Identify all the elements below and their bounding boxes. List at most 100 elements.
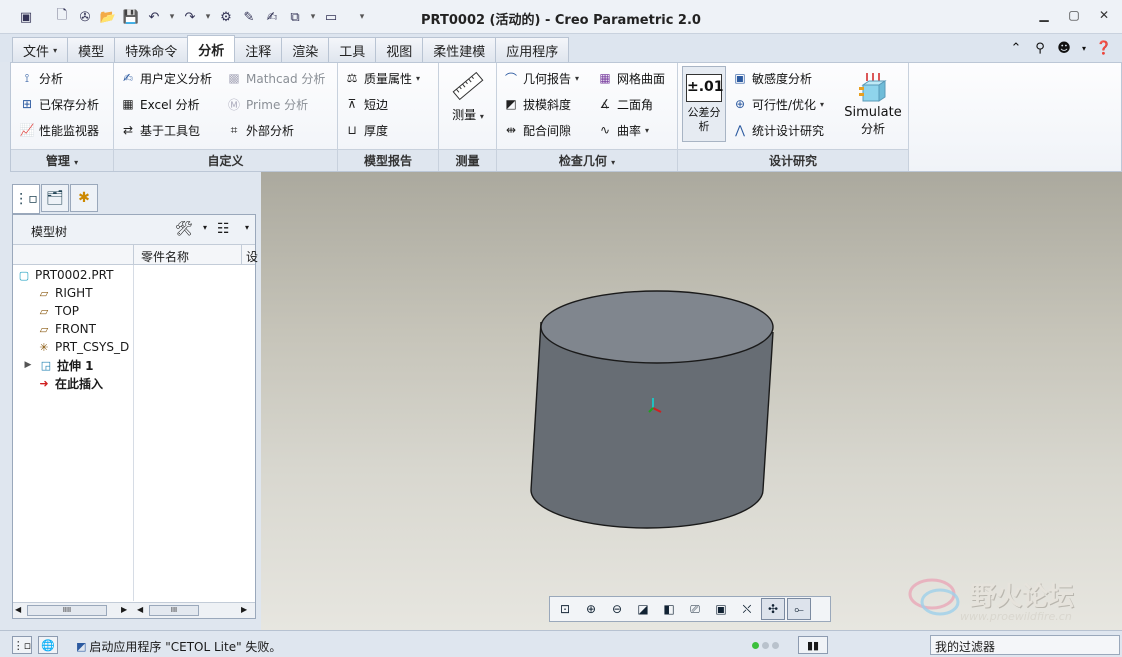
scroll-thumb[interactable]: IIII bbox=[27, 605, 107, 616]
dihedral-angle-button[interactable]: ∡ 二面角 bbox=[597, 93, 653, 115]
tab-applications[interactable]: 应用程序 bbox=[495, 37, 570, 62]
tree-scrollbars[interactable]: ◀ IIII ▶ ◀ III ▶ bbox=[13, 602, 255, 618]
regeneration-status-icon[interactable] bbox=[752, 636, 792, 654]
browser-icon[interactable]: 🌐 bbox=[38, 636, 58, 654]
curvature-button[interactable]: ∿ 曲率 ▾ bbox=[597, 119, 649, 141]
tab-annotate[interactable]: 注释 bbox=[234, 37, 283, 62]
model-tree-header: 模型树 🛠 ▾ ☷ ▾ bbox=[13, 215, 255, 245]
zoom-in-icon[interactable]: ⊕ bbox=[579, 598, 603, 620]
restore-icon[interactable]: ▢ bbox=[1066, 6, 1082, 24]
repaint-icon[interactable]: ◪ bbox=[631, 598, 655, 620]
settings-icon[interactable]: 🛠 bbox=[175, 221, 193, 237]
user-defined-analysis-button[interactable]: ✍ 用户定义分析 bbox=[120, 67, 212, 89]
scroll-right-icon[interactable]: ▶ bbox=[121, 605, 127, 614]
tab-analysis[interactable]: 分析 bbox=[187, 35, 236, 62]
feasibility-optimization-button[interactable]: ⊕ 可行性/优化 ▾ bbox=[732, 93, 824, 115]
column-part-name[interactable]: 零件名称 bbox=[141, 248, 189, 265]
group-label-model-report: 模型报告 bbox=[338, 149, 438, 171]
tab-tools[interactable]: 工具 bbox=[328, 37, 377, 62]
part-icon: ▢ bbox=[18, 268, 30, 282]
datum-display-icon[interactable]: ⛌ bbox=[735, 598, 759, 620]
tab-special-commands[interactable]: 特殊命令 bbox=[114, 37, 189, 62]
saved-orientations-icon[interactable]: ⎚ bbox=[683, 598, 707, 620]
zoom-out-icon[interactable]: ⊖ bbox=[605, 598, 629, 620]
short-edge-button[interactable]: ⊼ 短边 bbox=[344, 93, 388, 115]
tree-node-root[interactable]: ▢ PRT0002.PRT bbox=[17, 266, 114, 284]
scroll-left-icon[interactable]: ◀ bbox=[137, 605, 143, 614]
external-analysis-button[interactable]: ⌗ 外部分析 bbox=[226, 119, 294, 141]
tab-model[interactable]: 模型 bbox=[67, 37, 116, 62]
show-icon[interactable]: ☷ bbox=[217, 221, 230, 237]
chevron-down-icon[interactable]: ▾ bbox=[245, 223, 249, 232]
display-style-icon[interactable]: ◧ bbox=[657, 598, 681, 620]
datum-plane-icon: ▱ bbox=[39, 286, 49, 300]
selection-filter-dropdown[interactable]: 我的过滤器 bbox=[930, 635, 1120, 655]
favorites-tab[interactable]: ✱ bbox=[70, 184, 98, 212]
scroll-left-icon[interactable]: ◀ bbox=[15, 605, 21, 614]
performance-monitor-button[interactable]: 📈 性能监视器 bbox=[19, 119, 100, 141]
tree-node-csys[interactable]: ✳ PRT_CSYS_D bbox=[37, 338, 129, 356]
saved-analysis-button[interactable]: ⊞ 已保存分析 bbox=[19, 93, 99, 115]
sensitivity-analysis-button[interactable]: ▣ 敏感度分析 bbox=[732, 67, 812, 89]
search-icon[interactable]: ⚲ bbox=[1032, 39, 1048, 57]
measure-button[interactable]: 测量 ▾ bbox=[443, 67, 493, 125]
prime-analysis-button[interactable]: Ⓜ Prime 分析 bbox=[226, 93, 308, 115]
tab-render[interactable]: 渲染 bbox=[281, 37, 330, 62]
group-label-design-study: 设计研究 bbox=[678, 149, 908, 171]
chevron-down-icon: ▾ bbox=[53, 45, 58, 55]
tree-node-right[interactable]: ▱ RIGHT bbox=[37, 284, 93, 302]
analysis-button[interactable]: ⟟ 分析 bbox=[19, 67, 63, 89]
title-bar: ▣ 🗋 ✇ 📂 💾 ↶ ▾ ↷ ▾ ⚙ ✎ ✍ ⧉ ▾ ▭ ▾ PRT0002 … bbox=[0, 0, 1122, 34]
close-icon[interactable]: ✕ bbox=[1096, 6, 1112, 24]
mass-properties-button[interactable]: ⚖ 质量属性 ▾ bbox=[344, 67, 420, 89]
tolerance-analysis-button[interactable]: ±.01 公差分析 bbox=[682, 66, 726, 142]
statistical-design-study-button[interactable]: ⋀ 统计设计研究 bbox=[732, 119, 824, 141]
tab-file[interactable]: 文件 ▾ bbox=[12, 37, 69, 62]
cylinder-model[interactable] bbox=[261, 172, 1122, 630]
column-settings[interactable]: 设 bbox=[246, 248, 258, 265]
draft-button[interactable]: ◩ 拔模斜度 bbox=[503, 93, 571, 115]
collapse-ribbon-icon[interactable]: ⌃ bbox=[1008, 39, 1024, 57]
smart-selection-icon[interactable]: ▮▮ bbox=[798, 636, 828, 654]
chevron-down-icon[interactable]: ▾ bbox=[203, 223, 207, 232]
annotation-display-icon[interactable]: ⟜ bbox=[787, 598, 811, 620]
minimize-icon[interactable]: ▁ bbox=[1036, 6, 1052, 24]
model-tree-tab[interactable]: ⋮▫ bbox=[12, 184, 40, 214]
simulate-icon bbox=[859, 73, 887, 102]
mathcad-analysis-button[interactable]: ▩ Mathcad 分析 bbox=[226, 67, 325, 89]
group-label-manage[interactable]: 管理 ▾ bbox=[11, 149, 113, 171]
status-bar: ⋮▫ 🌐 ◩ 启动应用程序 "CETOL Lite" 失败。 ▮▮ 我的过滤器 bbox=[0, 630, 1122, 657]
scroll-thumb[interactable]: III bbox=[149, 605, 199, 616]
simulate-analysis-button[interactable]: Simulate 分析 bbox=[842, 67, 904, 141]
external-analysis-icon: ⌗ bbox=[230, 122, 238, 137]
group-label-inspect-geometry[interactable]: 检查几何 ▾ bbox=[497, 149, 677, 171]
tree-node-insert-here[interactable]: ➜ 在此插入 bbox=[37, 374, 103, 392]
help-icon[interactable]: ❓ bbox=[1096, 39, 1112, 57]
group-measure: 测量 ▾ 测量 bbox=[439, 63, 497, 171]
tree-node-extrude[interactable]: ▶ ◲ 拉伸 1 bbox=[21, 356, 94, 374]
graphics-viewport[interactable]: ⊡ ⊕ ⊖ ◪ ◧ ⎚ ▣ ⛌ ✣ ⟜ 野火论坛 www.proewildfir… bbox=[261, 172, 1122, 630]
mating-clearance-button[interactable]: ⇹ 配合间隙 bbox=[503, 119, 571, 141]
chevron-down-icon[interactable]: ▾ bbox=[1080, 39, 1088, 57]
group-label-measure: 测量 bbox=[439, 149, 496, 171]
spin-center-icon[interactable]: ✣ bbox=[761, 598, 785, 620]
thickness-button[interactable]: ⊔ 厚度 bbox=[344, 119, 388, 141]
tab-flexible-modeling[interactable]: 柔性建模 bbox=[422, 37, 497, 62]
model-tree-title: 模型树 bbox=[31, 225, 68, 239]
ribbon-tabs: 文件 ▾ 模型 特殊命令 分析 注释 渲染 工具 视图 柔性建模 应用程序 bbox=[12, 35, 570, 62]
mesh-surface-button[interactable]: ▦ 网格曲面 bbox=[597, 67, 665, 89]
expand-arrow-icon[interactable]: ▶ bbox=[21, 358, 35, 372]
community-icon[interactable]: ☻ bbox=[1056, 39, 1072, 57]
tree-node-top[interactable]: ▱ TOP bbox=[37, 302, 79, 320]
toggle-navigator-icon[interactable]: ⋮▫ bbox=[12, 636, 32, 654]
excel-analysis-button[interactable]: ▦ Excel 分析 bbox=[120, 93, 199, 115]
tree-node-front[interactable]: ▱ FRONT bbox=[37, 320, 96, 338]
scroll-right-icon[interactable]: ▶ bbox=[241, 605, 247, 614]
refit-icon[interactable]: ⊡ bbox=[553, 598, 577, 620]
toolkit-based-button[interactable]: ⇄ 基于工具包 bbox=[120, 119, 200, 141]
folder-browser-tab[interactable]: 🗂 bbox=[41, 184, 69, 212]
view-manager-icon[interactable]: ▣ bbox=[709, 598, 733, 620]
tab-view[interactable]: 视图 bbox=[375, 37, 424, 62]
geometry-report-button[interactable]: ⌒ 几何报告 ▾ bbox=[503, 67, 579, 89]
group-manage: ⟟ 分析 ⊞ 已保存分析 📈 性能监视器 管理 ▾ bbox=[11, 63, 114, 171]
